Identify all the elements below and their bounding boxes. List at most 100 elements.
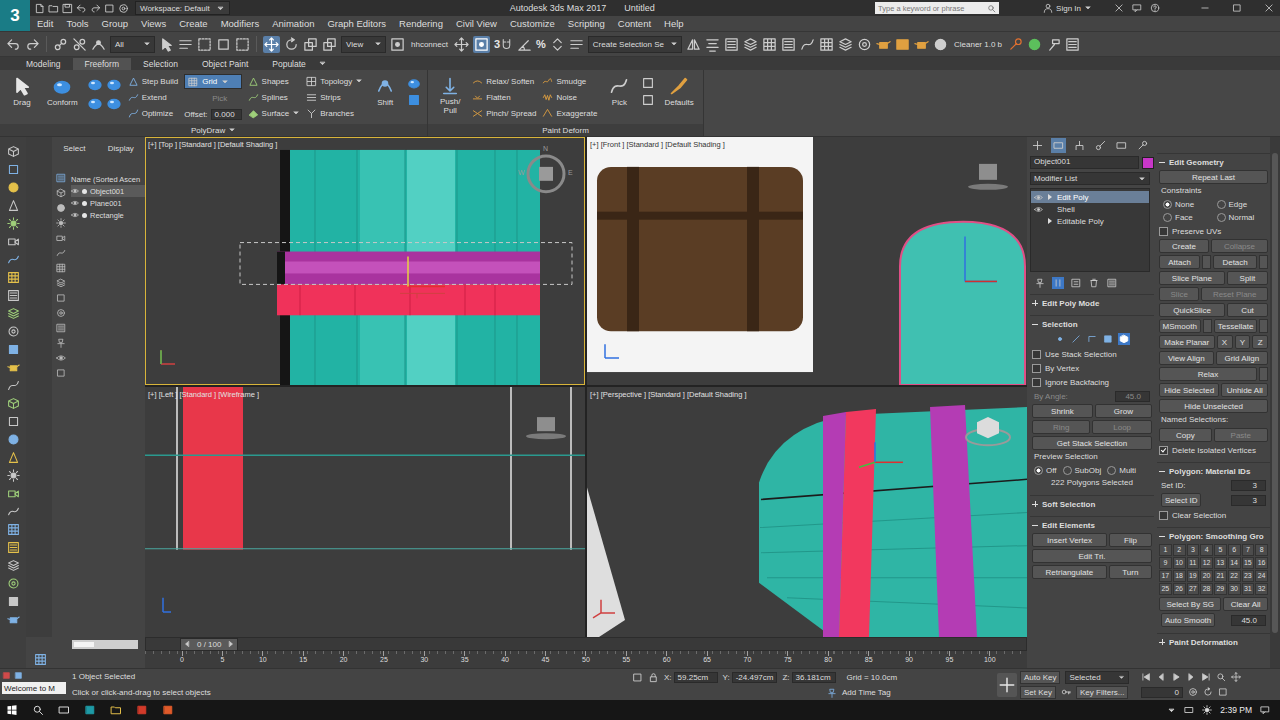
ribbon-tool[interactable]: Optimize (128, 106, 178, 120)
pivot-icon[interactable] (390, 37, 405, 52)
taskbar-app-icon[interactable] (136, 704, 148, 716)
volume-icon[interactable] (1202, 705, 1212, 715)
left-icon[interactable] (1156, 672, 1166, 682)
menu-item[interactable]: Civil View (456, 18, 497, 29)
time-slider-thumb[interactable]: 0 / 100 (180, 638, 238, 651)
rollout-header[interactable]: Edit Poly Mode (1032, 297, 1152, 309)
rollout-button[interactable]: Edit Tri. (1032, 549, 1152, 563)
checkbox-row[interactable]: Clear Selection (1159, 509, 1268, 521)
smoothing-group-button[interactable]: 24 (1255, 570, 1268, 582)
layout-icon[interactable] (34, 653, 47, 666)
explorer-tab[interactable]: Display (108, 144, 134, 153)
gear-icon[interactable] (56, 308, 66, 318)
checkbox-row[interactable]: Ignore Backfacing (1032, 376, 1152, 388)
teapot-icon[interactable] (7, 613, 20, 626)
rollout-button[interactable]: View Align (1159, 351, 1214, 365)
snap-toggle[interactable]: 3 (494, 38, 513, 51)
spline-icon[interactable] (7, 505, 20, 518)
smoothing-group-button[interactable]: 16 (1255, 557, 1268, 569)
compass-label[interactable]: W (518, 169, 525, 176)
ribbon-tool[interactable]: Topology (306, 74, 363, 88)
menu-item[interactable]: Content (618, 18, 651, 29)
rollout-button[interactable]: Shrink (1032, 404, 1093, 418)
notifications-icon[interactable] (1260, 705, 1270, 715)
list-icon[interactable] (724, 37, 739, 52)
subobject-level[interactable] (1118, 333, 1130, 345)
smoothing-group-button[interactable]: 7 (1242, 544, 1255, 556)
rollout-button[interactable]: Y (1235, 335, 1251, 349)
set-key-mode-button[interactable]: Set Key (1020, 686, 1056, 699)
gear-icon[interactable] (7, 577, 20, 590)
smoothing-group-button[interactable]: 25 (1159, 583, 1172, 595)
coordinate-field[interactable]: X:59.25cm (664, 672, 718, 683)
rollout-button[interactable]: X (1217, 335, 1233, 349)
ribbon-tool[interactable]: Noise (542, 90, 597, 104)
smoothing-group-button[interactable]: 26 (1173, 583, 1186, 595)
modifier-stack-item[interactable]: Edit Poly (1031, 191, 1149, 203)
selection-filter-dropdown[interactable]: All (110, 36, 155, 53)
undo-icon[interactable] (6, 37, 21, 52)
smoothing-group-button[interactable]: 2 (1173, 544, 1186, 556)
cube-icon[interactable] (56, 188, 66, 198)
radio-option[interactable]: Face (1163, 212, 1215, 223)
checkbox-row[interactable]: Preserve UVs (1159, 225, 1268, 237)
push-pull-button[interactable]: Push/ Pull (434, 74, 466, 118)
conform-brush-icon[interactable] (106, 95, 122, 111)
box-icon[interactable] (104, 3, 115, 14)
layers-icon[interactable] (838, 37, 853, 52)
app-logo[interactable]: 3 (0, 0, 30, 31)
rollout-button[interactable]: Turn (1109, 565, 1152, 579)
search-field[interactable]: Type a keyword or phrase (875, 2, 999, 14)
taskbar-app-icon[interactable] (58, 704, 70, 716)
option-icon[interactable] (641, 93, 655, 107)
selname-icon[interactable] (178, 37, 193, 52)
taskbar-app-icon[interactable] (162, 704, 174, 716)
menu-item[interactable]: Tools (66, 18, 88, 29)
ribbon-large-button[interactable]: Conform (44, 74, 81, 109)
scale-icon[interactable] (303, 37, 318, 52)
camera-icon[interactable] (7, 487, 20, 500)
undo-icon[interactable] (76, 3, 87, 14)
rollout-button[interactable]: Split (1227, 271, 1268, 285)
exchange-icon[interactable] (1114, 3, 1124, 13)
add-time-tag[interactable]: Add Time Tag (842, 688, 891, 697)
menu-item[interactable]: Modifiers (221, 18, 260, 29)
shift-brush-icon[interactable] (407, 76, 421, 90)
move-tool[interactable] (263, 36, 280, 53)
edit-named-selection-icon[interactable] (569, 37, 584, 52)
ribbon-tool[interactable]: Flatten (472, 90, 536, 104)
rollout-button[interactable]: Grow (1095, 404, 1152, 418)
unlink-icon[interactable] (72, 37, 87, 52)
sphere-icon[interactable] (56, 203, 66, 213)
rollout-button[interactable]: MSmooth (1159, 319, 1201, 333)
scene-object[interactable]: Object001 (71, 185, 145, 197)
taskbar-app-icon[interactable] (84, 704, 96, 716)
smoothing-group-button[interactable]: 4 (1200, 544, 1213, 556)
key-mode-dropdown[interactable]: Selected (1065, 671, 1129, 684)
command-panel-scrollbar[interactable] (1270, 137, 1280, 668)
set-id-field[interactable]: Set ID:3 (1159, 479, 1268, 491)
ribbon-tool[interactable]: Strips (306, 90, 363, 104)
smoothing-group-button[interactable]: 18 (1173, 570, 1186, 582)
cube-icon[interactable] (7, 397, 20, 410)
dashbox-icon[interactable] (235, 37, 250, 52)
conform-brush-icon[interactable] (106, 76, 122, 92)
layers-icon[interactable] (7, 307, 20, 320)
clear-all-button[interactable]: Clear All (1223, 597, 1268, 611)
stack-tool[interactable] (1034, 277, 1046, 289)
maximize-viewport-icon[interactable] (1218, 687, 1228, 697)
settings-button[interactable] (1259, 319, 1268, 333)
command-panel-tab[interactable] (1072, 138, 1087, 153)
paint-pick-button[interactable]: Pick (603, 74, 635, 109)
spline-icon[interactable] (56, 248, 66, 258)
rotate-icon[interactable] (284, 37, 299, 52)
radio-option[interactable]: Normal (1217, 212, 1269, 223)
rollout-header[interactable]: Polygon: Material IDs (1159, 465, 1268, 477)
select-manipulate-icon[interactable] (454, 37, 469, 52)
menu-item[interactable]: Scripting (568, 18, 605, 29)
smoothing-group-button[interactable]: 8 (1255, 544, 1268, 556)
rollout-button[interactable]: Slice Plane (1159, 271, 1225, 285)
viewport-label[interactable]: [+] [Perspective ] [Standard ] [Default … (590, 390, 747, 399)
offset-field[interactable]: Offset:0.000 (184, 107, 241, 121)
menu-item[interactable]: Help (664, 18, 684, 29)
